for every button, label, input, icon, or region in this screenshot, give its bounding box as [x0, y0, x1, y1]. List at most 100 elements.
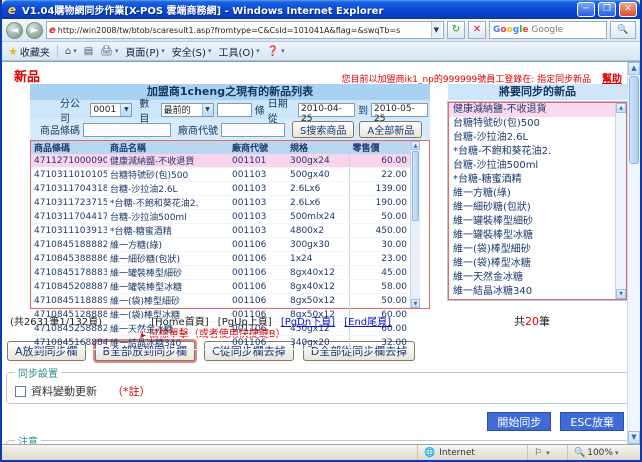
search-input[interactable]: Google Google — [489, 21, 607, 39]
table-cell: 30.00 — [349, 238, 410, 252]
forward-button[interactable]: ► — [26, 22, 43, 39]
data-update-checkbox[interactable] — [15, 386, 26, 397]
magnifier-icon: 🔍 — [574, 448, 585, 458]
count-input[interactable] — [217, 103, 252, 117]
favorites-button[interactable]: ★ 收藏夹 — [8, 44, 50, 59]
sync-list-item[interactable]: 維一方糖(綠) — [449, 187, 626, 201]
search-go-button[interactable]: 🔍 — [610, 21, 636, 39]
table-row[interactable]: 4711271000090健康減納鹽-不收退貨001101300gx2460.0… — [31, 154, 410, 168]
sync-list-item[interactable]: 健康減納鹽-不收退貨 — [449, 103, 626, 117]
table-row[interactable]: 4710311103913*台糖-糖蜜酒精0011034800x2450.00 — [31, 224, 410, 238]
all-products-button[interactable]: A全部新品 — [359, 121, 422, 138]
back-button[interactable]: ◄ — [6, 22, 23, 39]
safety-menu[interactable]: 安全(S)▾ — [172, 44, 212, 59]
search-placeholder[interactable]: Google — [531, 25, 603, 35]
sync-list-item[interactable]: *台糖-糖蜜酒精 — [449, 173, 626, 187]
table-row[interactable]: 4710311704318台糖-沙拉油2.6L0011032.6Lx6139.0… — [31, 182, 410, 196]
sync-list-item[interactable]: 維一天然金冰糖 — [449, 271, 626, 285]
count-select[interactable]: 最前的▼ — [161, 103, 214, 117]
stop-button[interactable]: ✕ — [468, 21, 486, 39]
scroll-down-icon[interactable]: ▼ — [411, 299, 420, 308]
table-row[interactable]: 4710845208887維一罐裝棒型冰糖0011068gx40x1258.00 — [31, 280, 410, 294]
date-to-input[interactable]: 2010-05-25 — [371, 103, 428, 117]
page-scrollbar[interactable]: ▲ ▼ — [627, 62, 640, 444]
date-from-label: 日期從 — [268, 95, 295, 125]
chevron-down-icon[interactable]: ▼ — [120, 104, 131, 116]
sync-panel: 將要同步的新品 健康減納鹽-不收退貨台糖特號砂(包)500台糖-沙拉油2.6L*… — [448, 84, 627, 300]
sync-list-item[interactable]: 台糖特號砂(包)500 — [449, 117, 626, 131]
table-cell: 維一方糖(綠) — [107, 238, 229, 252]
table-row[interactable]: 4710845118889維一(袋)棒型細砂0011068gx50x1250.0… — [31, 294, 410, 308]
sync-list-item[interactable]: 維一罐裝棒型冰糖 — [449, 229, 626, 243]
end-link[interactable]: [End尾頁] — [344, 317, 391, 328]
sync-list-item[interactable]: 維一結晶冰糖340 — [449, 285, 626, 299]
branch-select[interactable]: 0001▼ — [90, 103, 132, 117]
table-cell: 001103 — [229, 182, 287, 196]
help-menu[interactable]: ❓▾ — [267, 46, 285, 57]
start-sync-button[interactable]: 開始同步 — [487, 412, 551, 431]
minimize-button[interactable]: ─ — [577, 2, 595, 17]
barcode-label: 商品條碼 — [40, 122, 80, 137]
table-row[interactable]: 4710845188882維一方糖(綠)001106300gx3030.00 — [31, 238, 410, 252]
table-cell: 4710845118889 — [31, 294, 107, 308]
sync-list-item[interactable]: 維一罐裝棒型細砂 — [449, 215, 626, 229]
chevron-down-icon[interactable]: ▼ — [202, 104, 213, 116]
flag-icon: ⚐ — [534, 448, 542, 458]
scroll-up-icon[interactable]: ▲ — [411, 141, 420, 150]
pgdn-link[interactable]: [PgDn下頁] — [281, 317, 335, 328]
cancel-sync-button[interactable]: ESC放棄 — [560, 412, 624, 431]
table-cell: 190.00 — [349, 196, 410, 210]
scroll-up-icon[interactable]: ▲ — [616, 103, 626, 113]
sync-list-item[interactable]: 維一(袋)棒型冰糖 — [449, 257, 626, 271]
feeds-button[interactable]: ▤ — [84, 46, 93, 57]
home-button[interactable]: ⌂▾ — [65, 46, 77, 57]
sync-scrollbar[interactable]: ▲ ▼ — [615, 103, 626, 299]
close-button[interactable]: ✕ — [619, 2, 637, 17]
table-cell: 001106 — [229, 266, 287, 280]
url-dropdown-icon[interactable]: ▼ — [431, 22, 441, 38]
security-zone: 🌐 Internet — [418, 445, 528, 460]
table-cell: 4710311103913 — [31, 224, 107, 238]
table-cell: 22.00 — [349, 168, 410, 182]
sync-list-item[interactable]: 維一(袋)棒型細砂 — [449, 243, 626, 257]
table-cell: 001106 — [229, 336, 287, 350]
sync-list-item[interactable]: *台糖-不飽和葵花油2. — [449, 145, 626, 159]
table-row[interactable]: 4710845168884維一結晶冰糖340001106340gx2032.00 — [31, 336, 410, 350]
sync-list-item[interactable]: 台糖-沙拉油2.6L — [449, 131, 626, 145]
scroll-down-icon[interactable]: ▼ — [628, 431, 640, 444]
url-text[interactable]: http://win2008/tw/btob/scaresult1.asp?fr… — [58, 26, 429, 35]
scroll-thumb[interactable] — [412, 151, 419, 221]
table-cell: 001106 — [229, 280, 287, 294]
table-row[interactable]: 4710845178883維一罐裝棒型細砂0011068gx40x1245.00 — [31, 266, 410, 280]
barcode-input[interactable] — [83, 123, 171, 137]
sync-list-item[interactable]: 台糖-沙拉油500ml — [449, 159, 626, 173]
restore-button[interactable]: ❐ — [598, 2, 616, 17]
table-row[interactable]: 4710311010105台糖特號砂(包)500001103500gx4022.… — [31, 168, 410, 182]
protected-mode-cell[interactable]: ⚐▾ — [528, 445, 568, 460]
vendor-input[interactable] — [221, 123, 285, 137]
search-products-button[interactable]: S搜索商品 — [292, 121, 354, 138]
pgup-key: [PgUp上頁] — [218, 317, 272, 328]
scroll-up-icon[interactable]: ▲ — [628, 62, 640, 75]
scroll-down-icon[interactable]: ▼ — [616, 289, 626, 299]
table-row[interactable]: 4710311723715*台糖-不飽和葵花油2.0011032.6Lx6190… — [31, 196, 410, 210]
filter-row-2: 商品條碼 廠商代號 S搜索商品 A全部新品 — [30, 119, 430, 140]
scroll-thumb[interactable] — [629, 76, 639, 164]
table-cell: 4710845178883 — [31, 266, 107, 280]
col-spec: 規格 — [287, 141, 349, 154]
table-scrollbar[interactable]: ▲ ▼ — [410, 141, 420, 308]
table-cell: *台糖-不飽和葵花油2. — [107, 196, 229, 210]
tools-menu[interactable]: 工具(O)▾ — [218, 44, 259, 59]
table-row[interactable]: 4710845388886維一細砂糖(包狀)0011061x2423.00 — [31, 252, 410, 266]
page-menu[interactable]: 頁面(P)▾ — [125, 44, 164, 59]
table-cell: 300gx24 — [287, 154, 349, 168]
date-from-input[interactable]: 2010-04-25 — [298, 103, 355, 117]
table-cell: 4711271000090 — [31, 154, 107, 168]
sync-list-item[interactable]: 維一細砂糖(包狀) — [449, 201, 626, 215]
table-cell: 45.00 — [349, 266, 410, 280]
url-field[interactable]: e http://win2008/tw/btob/scaresult1.asp?… — [46, 21, 444, 39]
print-button[interactable]: 🖨▾ — [100, 46, 118, 57]
refresh-button[interactable]: ↻ — [447, 21, 465, 39]
zoom-control[interactable]: 🔍 100% ▾ — [568, 445, 640, 460]
table-row[interactable]: 4710311704417台糖-沙拉油500ml001103500mlx2450… — [31, 210, 410, 224]
